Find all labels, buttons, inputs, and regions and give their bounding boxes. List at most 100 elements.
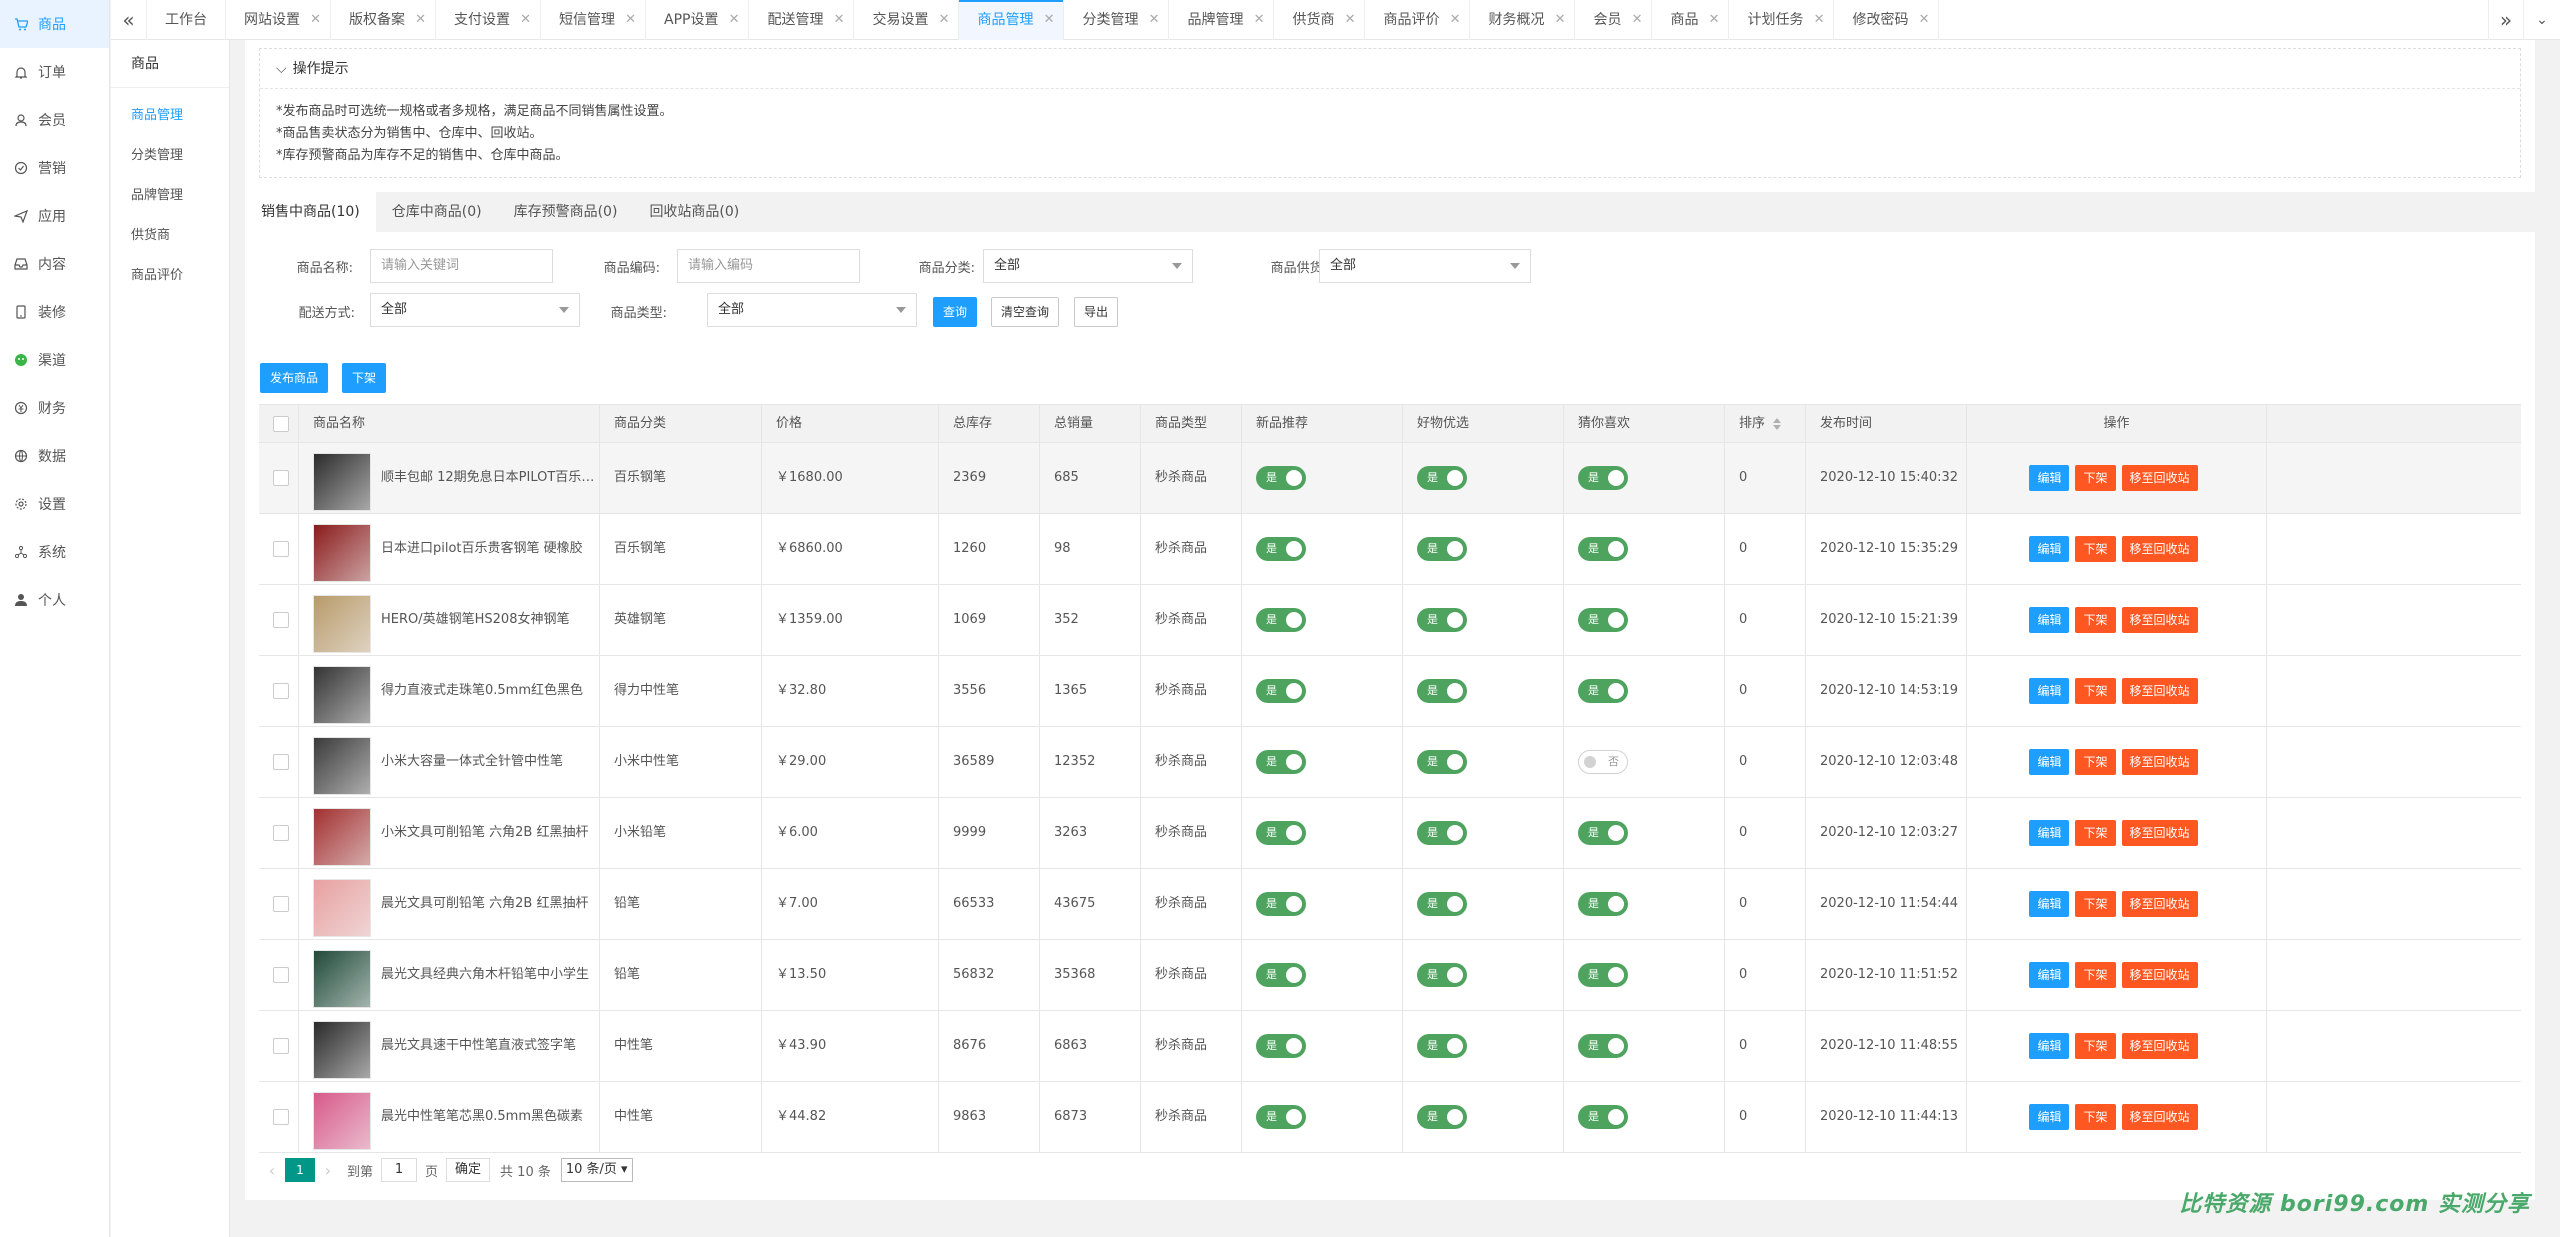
- product-name[interactable]: 晨光文具可削铅笔 六角2B 红黑抽杆: [381, 869, 595, 939]
- move-to-recycle-button[interactable]: 移至回收站: [2121, 606, 2198, 633]
- tab-item[interactable]: 工作台: [147, 0, 226, 40]
- product-name[interactable]: 得力直液式走珠笔0.5mm红色黑色: [381, 656, 595, 726]
- nav-item-13[interactable]: 个人: [0, 576, 109, 624]
- row-checkbox[interactable]: [273, 682, 289, 699]
- tab-item[interactable]: 短信管理 ✕: [541, 0, 646, 40]
- close-icon[interactable]: ✕: [1254, 0, 1265, 40]
- guess-like-toggle[interactable]: 是: [1578, 1033, 1628, 1058]
- new-recommend-toggle[interactable]: 是: [1256, 1033, 1306, 1058]
- row-checkbox[interactable]: [273, 469, 289, 486]
- tab-item[interactable]: 支付设置 ✕: [436, 0, 541, 40]
- close-icon[interactable]: ✕: [1919, 0, 1930, 40]
- product-name[interactable]: 小米文具可削铅笔 六角2B 红黑抽杆: [381, 798, 595, 868]
- tab-item[interactable]: 会员 ✕: [1575, 0, 1653, 40]
- row-checkbox[interactable]: [273, 824, 289, 841]
- new-recommend-toggle[interactable]: 是: [1256, 891, 1306, 916]
- offshelf-button[interactable]: 下架: [2075, 748, 2116, 775]
- offshelf-button[interactable]: 下架: [2075, 606, 2116, 633]
- guess-like-toggle[interactable]: 是: [1578, 465, 1628, 490]
- good-choice-toggle[interactable]: 是: [1417, 607, 1467, 632]
- good-choice-toggle[interactable]: 是: [1417, 891, 1467, 916]
- tab-item[interactable]: 供货商 ✕: [1274, 0, 1366, 40]
- move-to-recycle-button[interactable]: 移至回收站: [2121, 748, 2198, 775]
- guess-like-toggle[interactable]: 否: [1578, 749, 1628, 774]
- offshelf-button[interactable]: 下架: [2075, 1103, 2116, 1130]
- offshelf-button[interactable]: 下架: [2075, 677, 2116, 704]
- sub-nav-item[interactable]: 分类管理: [111, 136, 229, 176]
- offshelf-button[interactable]: 下架: [2075, 819, 2116, 846]
- nav-item-2[interactable]: 订单: [0, 48, 109, 96]
- page-current[interactable]: 1: [285, 1158, 315, 1182]
- good-choice-toggle[interactable]: 是: [1417, 820, 1467, 845]
- tab-item[interactable]: 商品评价 ✕: [1365, 0, 1471, 40]
- close-icon[interactable]: ✕: [415, 0, 426, 40]
- product-tab[interactable]: 销售中商品(10): [245, 192, 376, 232]
- tab-item[interactable]: 版权备案 ✕: [331, 0, 436, 40]
- product-name[interactable]: 晨光文具速干中性笔直液式签字笔: [381, 1011, 595, 1081]
- sub-nav-item[interactable]: 供货商: [111, 216, 229, 256]
- new-recommend-toggle[interactable]: 是: [1256, 607, 1306, 632]
- nav-item-4[interactable]: 营销: [0, 144, 109, 192]
- guess-like-toggle[interactable]: 是: [1578, 891, 1628, 916]
- close-icon[interactable]: ✕: [1044, 0, 1055, 40]
- edit-button[interactable]: 编辑: [2029, 606, 2070, 633]
- new-recommend-toggle[interactable]: 是: [1256, 536, 1306, 561]
- goto-ok-button[interactable]: 确定: [446, 1158, 491, 1182]
- edit-button[interactable]: 编辑: [2029, 535, 2070, 562]
- product-tab[interactable]: 仓库中商品(0): [376, 192, 498, 232]
- good-choice-toggle[interactable]: 是: [1417, 536, 1467, 561]
- nav-item-9[interactable]: 财务: [0, 384, 109, 432]
- offshelf-button[interactable]: 下架: [2075, 890, 2116, 917]
- batch-offshelf-button[interactable]: 下架: [342, 363, 386, 393]
- next-page-icon[interactable]: ›: [315, 1161, 341, 1180]
- new-recommend-toggle[interactable]: 是: [1256, 820, 1306, 845]
- query-button[interactable]: 查询: [933, 297, 977, 327]
- tab-item[interactable]: 配送管理 ✕: [749, 0, 855, 40]
- export-button[interactable]: 导出: [1074, 297, 1118, 327]
- product-tab[interactable]: 库存预警商品(0): [498, 192, 634, 232]
- move-to-recycle-button[interactable]: 移至回收站: [2121, 464, 2198, 491]
- guess-like-toggle[interactable]: 是: [1578, 678, 1628, 703]
- row-checkbox[interactable]: [273, 966, 289, 983]
- tab-item[interactable]: 修改密码 ✕: [1834, 0, 1940, 40]
- offshelf-button[interactable]: 下架: [2075, 1032, 2116, 1059]
- guess-like-toggle[interactable]: 是: [1578, 536, 1628, 561]
- close-icon[interactable]: ✕: [1345, 0, 1356, 40]
- nav-item-8[interactable]: 渠道: [0, 336, 109, 384]
- tab-item[interactable]: 网站设置 ✕: [226, 0, 331, 40]
- guess-like-toggle[interactable]: 是: [1578, 820, 1628, 845]
- tab-item[interactable]: 财务概况 ✕: [1470, 0, 1576, 40]
- tabs-scroll-left-icon[interactable]: «: [111, 0, 147, 40]
- edit-button[interactable]: 编辑: [2029, 1103, 2070, 1130]
- edit-button[interactable]: 编辑: [2029, 464, 2070, 491]
- sub-nav-item[interactable]: 品牌管理: [111, 176, 229, 216]
- tab-item[interactable]: 品牌管理 ✕: [1169, 0, 1275, 40]
- edit-button[interactable]: 编辑: [2029, 961, 2070, 988]
- tabs-scroll-right-icon[interactable]: »: [2488, 0, 2524, 40]
- filter-category-select[interactable]: 全部: [983, 249, 1193, 283]
- close-icon[interactable]: ✕: [1632, 0, 1643, 40]
- row-checkbox[interactable]: [273, 753, 289, 770]
- move-to-recycle-button[interactable]: 移至回收站: [2121, 961, 2198, 988]
- good-choice-toggle[interactable]: 是: [1417, 678, 1467, 703]
- move-to-recycle-button[interactable]: 移至回收站: [2121, 890, 2198, 917]
- good-choice-toggle[interactable]: 是: [1417, 962, 1467, 987]
- filter-supplier-select[interactable]: 全部: [1319, 249, 1531, 283]
- new-recommend-toggle[interactable]: 是: [1256, 678, 1306, 703]
- nav-item-11[interactable]: 设置: [0, 480, 109, 528]
- nav-item-6[interactable]: 内容: [0, 240, 109, 288]
- publish-product-button[interactable]: 发布商品: [260, 363, 328, 393]
- offshelf-button[interactable]: 下架: [2075, 535, 2116, 562]
- nav-item-5[interactable]: 应用: [0, 192, 109, 240]
- guess-like-toggle[interactable]: 是: [1578, 1104, 1628, 1129]
- prev-page-icon[interactable]: ‹: [259, 1161, 285, 1180]
- tabs-menu-chevron-down-icon[interactable]: ⌄: [2524, 0, 2560, 40]
- row-checkbox[interactable]: [273, 611, 289, 628]
- edit-button[interactable]: 编辑: [2029, 890, 2070, 917]
- edit-button[interactable]: 编辑: [2029, 819, 2070, 846]
- new-recommend-toggle[interactable]: 是: [1256, 465, 1306, 490]
- row-checkbox[interactable]: [273, 895, 289, 912]
- sub-nav-item[interactable]: 商品管理: [111, 96, 229, 136]
- tab-item[interactable]: APP设置 ✕: [646, 0, 750, 40]
- offshelf-button[interactable]: 下架: [2075, 464, 2116, 491]
